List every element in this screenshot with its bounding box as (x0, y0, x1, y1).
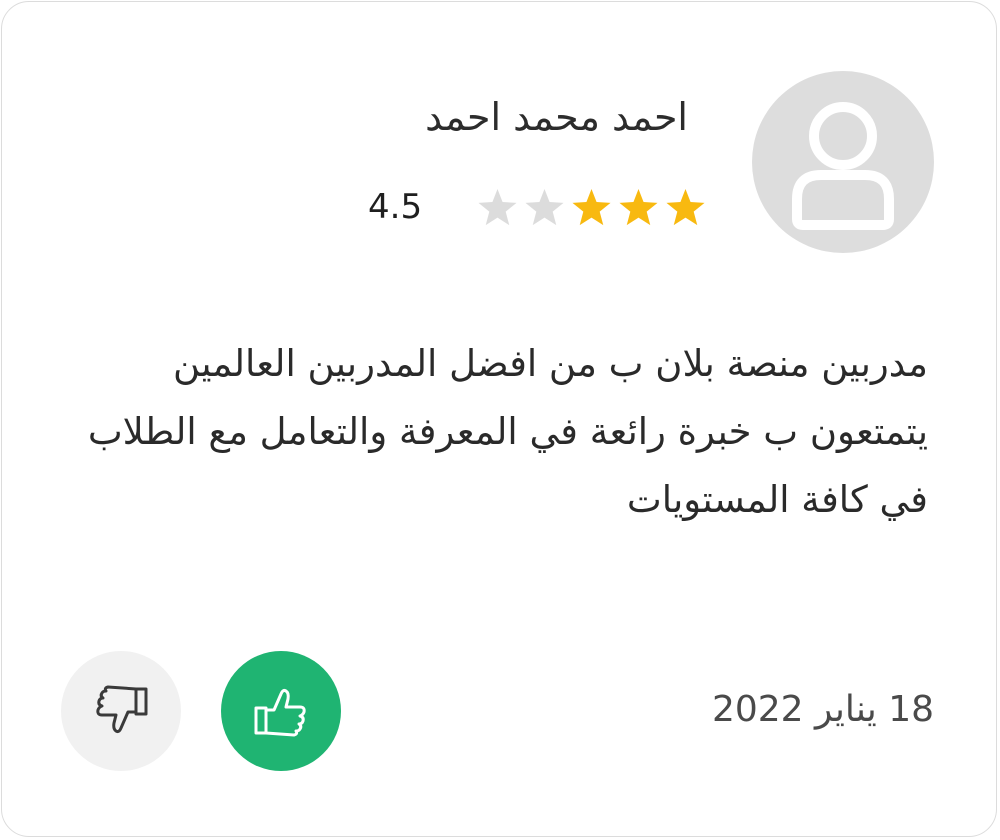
review-date: 18 يناير 2022 (711, 689, 934, 730)
rating-value: 4.5 (368, 187, 423, 227)
star-filled-icon (619, 189, 658, 226)
star-filled-icon (666, 189, 705, 226)
star-empty-icon (525, 189, 564, 226)
reviewer-name: احمد محمد احمد (425, 95, 688, 139)
dislike-button[interactable] (61, 651, 181, 771)
star-empty-icon (478, 189, 517, 226)
rating-row: 4.5 (368, 178, 713, 238)
avatar (752, 71, 934, 253)
thumbs-down-icon (96, 685, 148, 734)
star-filled-icon (572, 189, 611, 226)
like-button[interactable] (221, 651, 341, 771)
thumbs-up-icon (254, 688, 306, 737)
review-card: احمد محمد احمد 4.5 مدربين منصة بلان ب من… (1, 1, 997, 837)
user-silhouette-icon (792, 102, 894, 230)
star-rating (474, 184, 709, 232)
review-text: مدربين منصة بلان ب من افضل المدربين العا… (87, 342, 928, 521)
